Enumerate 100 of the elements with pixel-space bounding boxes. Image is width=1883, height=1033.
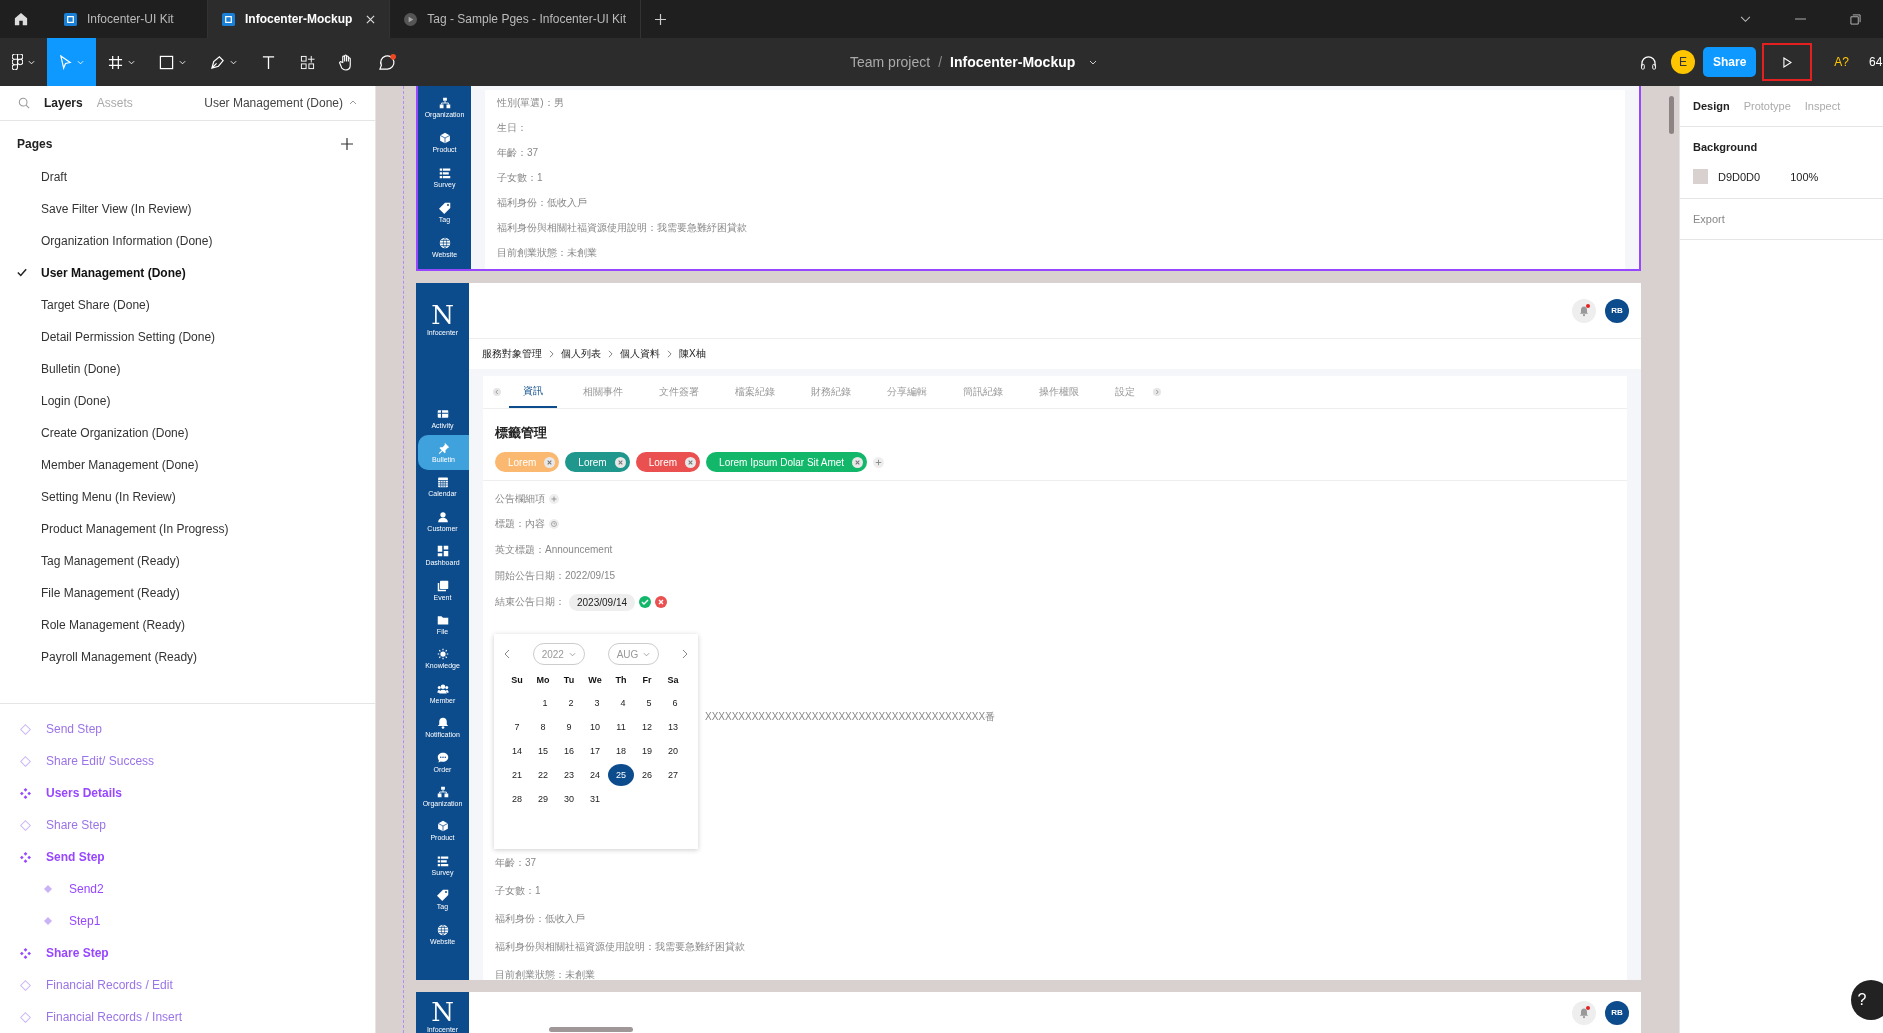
home-icon[interactable] <box>14 12 28 26</box>
calendar-day[interactable]: 13 <box>660 716 686 738</box>
remove-icon[interactable] <box>614 456 626 468</box>
page-item[interactable]: Create Organization (Done) <box>0 416 375 449</box>
calendar-day[interactable]: 10 <box>582 716 608 738</box>
scrollbar[interactable] <box>549 1027 633 1032</box>
layer-item[interactable]: Share Edit/ Success <box>0 745 375 777</box>
section-title[interactable]: Export <box>1693 213 1870 225</box>
layer-item[interactable]: Share Step <box>0 937 375 969</box>
layer-item[interactable]: Users Details <box>0 777 375 809</box>
calendar-day[interactable]: 17 <box>582 740 608 762</box>
tab[interactable]: 資訊 <box>509 376 557 408</box>
chevron-right-icon[interactable] <box>1153 388 1161 396</box>
calendar-day[interactable]: 23 <box>556 764 582 786</box>
page-item[interactable]: File Management (Ready) <box>0 576 375 609</box>
remove-icon[interactable] <box>852 456 864 468</box>
cancel-icon[interactable] <box>655 596 668 608</box>
chevron-left-icon[interactable] <box>504 649 510 659</box>
page-item[interactable]: Payroll Management (Ready) <box>0 640 375 673</box>
plus-icon[interactable] <box>341 137 353 150</box>
page-item[interactable]: Tag Management (Ready) <box>0 544 375 577</box>
breadcrumb-link[interactable]: 個人資料 <box>620 347 660 361</box>
page-item[interactable]: Organization Information (Done) <box>0 224 375 257</box>
breadcrumb-link[interactable]: 陳X柚 <box>679 347 706 361</box>
headphones-icon[interactable] <box>1639 54 1657 70</box>
team-name[interactable]: Team project <box>850 54 931 70</box>
clock-icon[interactable] <box>549 519 559 529</box>
calendar-day[interactable]: 3 <box>584 692 610 714</box>
calendar-day[interactable]: 11 <box>608 716 634 738</box>
layer-item[interactable]: Send Step <box>0 713 375 745</box>
calendar-day[interactable]: 20 <box>660 740 686 762</box>
layer-item[interactable]: Step1 <box>0 905 375 937</box>
panel-tab[interactable]: Design <box>1693 100 1730 112</box>
current-page-selector[interactable]: User Management (Done) <box>204 95 343 110</box>
page-item[interactable]: Product Management (In Progress) <box>0 512 375 545</box>
calendar-day[interactable]: 7 <box>504 716 530 738</box>
calendar-day[interactable]: 1 <box>532 692 558 714</box>
layer-item[interactable]: Send2 <box>0 873 375 905</box>
calendar-day[interactable]: 26 <box>634 764 660 786</box>
calendar-day[interactable]: 8 <box>530 716 556 738</box>
tag-chip[interactable]: Lorem <box>565 452 630 472</box>
calendar-day[interactable]: 27 <box>660 764 686 786</box>
remove-icon[interactable] <box>544 456 556 468</box>
layer-item[interactable]: Share Step <box>0 809 375 841</box>
user-avatar[interactable]: E <box>1670 50 1695 74</box>
calendar-day[interactable]: 4 <box>610 692 636 714</box>
file-tab[interactable]: Infocenter-Mockup <box>208 0 391 38</box>
page-item[interactable]: Target Share (Done) <box>0 288 375 321</box>
user-avatar[interactable]: RB <box>1605 298 1629 323</box>
calendar-day[interactable]: 21 <box>504 764 530 786</box>
close-icon[interactable] <box>366 14 376 24</box>
calendar-day[interactable]: 19 <box>634 740 660 762</box>
calendar-day[interactable]: 30 <box>556 788 582 810</box>
layer-item[interactable]: Financial Records / Edit <box>0 969 375 1001</box>
chevron-right-icon[interactable] <box>682 649 688 659</box>
caret-up-icon[interactable] <box>349 100 357 106</box>
page-item[interactable]: Detail Permission Setting (Done) <box>0 320 375 353</box>
calendar-day[interactable]: 22 <box>530 764 556 786</box>
present-button[interactable] <box>1762 43 1813 81</box>
file-name[interactable]: Infocenter-Mockup <box>950 54 1076 70</box>
calendar-day[interactable]: 18 <box>608 740 634 762</box>
calendar-day[interactable]: 6 <box>662 692 688 714</box>
calendar-day[interactable]: 9 <box>556 716 582 738</box>
calendar-day[interactable]: 15 <box>530 740 556 762</box>
zoom-level[interactable]: 64 <box>1869 55 1883 69</box>
color-hex[interactable]: D9D0D0 <box>1718 170 1761 183</box>
calendar-day[interactable]: 16 <box>556 740 582 762</box>
panel-tab[interactable]: Layers <box>44 95 83 110</box>
calendar-day[interactable]: 2 <box>558 692 584 714</box>
notification-button[interactable] <box>1572 1000 1596 1025</box>
page-item[interactable]: Save Filter View (In Review) <box>0 192 375 225</box>
user-avatar[interactable]: RB <box>1605 1000 1629 1025</box>
page-item[interactable]: Bulletin (Done) <box>0 352 375 385</box>
missing-fonts-indicator[interactable]: A? <box>1834 55 1849 69</box>
page-item[interactable]: Login (Done) <box>0 384 375 417</box>
chevron-down-icon[interactable] <box>1740 15 1751 23</box>
page-item[interactable]: Draft <box>0 160 375 193</box>
scrollbar[interactable] <box>1669 96 1674 134</box>
search-icon[interactable] <box>18 96 30 109</box>
notification-button[interactable] <box>1572 298 1596 323</box>
restore-icon[interactable] <box>1850 13 1861 25</box>
opacity-value[interactable]: 100% <box>1790 170 1819 183</box>
layer-item[interactable]: Financial Records / Insert <box>0 1001 375 1033</box>
confirm-icon[interactable] <box>639 596 652 608</box>
layer-item[interactable]: Send Step <box>0 841 375 873</box>
calendar-day[interactable]: 29 <box>530 788 556 810</box>
page-item[interactable]: Setting Menu (In Review) <box>0 480 375 513</box>
calendar-day[interactable]: 12 <box>634 716 660 738</box>
date-field[interactable]: 2023/09/14 <box>569 593 636 611</box>
color-swatch[interactable] <box>1693 169 1708 184</box>
breadcrumb-link[interactable]: 服務對象管理 <box>482 347 542 361</box>
breadcrumb-link[interactable]: 個人列表 <box>561 347 601 361</box>
chevron-left-icon[interactable] <box>493 388 501 396</box>
page-item[interactable]: User Management (Done) <box>0 256 375 289</box>
calendar-day[interactable]: 25 <box>608 764 634 786</box>
calendar-day[interactable]: 28 <box>504 788 530 810</box>
tag-chip[interactable]: Lorem <box>635 452 701 472</box>
calendar-day[interactable]: 5 <box>636 692 662 714</box>
caret-icon[interactable] <box>1089 59 1098 65</box>
page-item[interactable]: Member Management (Done) <box>0 448 375 481</box>
